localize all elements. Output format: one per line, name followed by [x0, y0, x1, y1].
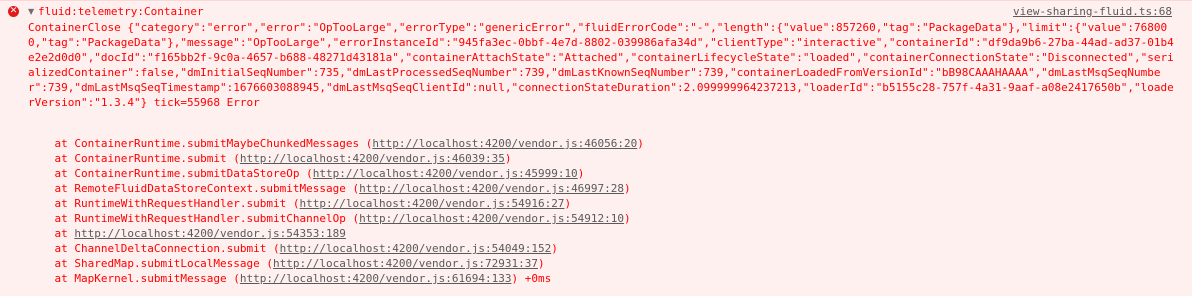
stack-frame-link[interactable]: http://localhost:4200/vendor.js:46039:35	[240, 152, 505, 165]
stack-frame-suffix: )	[564, 197, 572, 210]
stack-frame-text: at RemoteFluidDataStoreContext.submitMes…	[28, 182, 360, 195]
console-panel: ✕ ▼ fluid:telemetry:Container view-shari…	[0, 0, 1192, 296]
stack-frame-suffix: )	[504, 152, 512, 165]
stack-frame: at ContainerRuntime.submitMaybeChunkedMe…	[28, 136, 644, 151]
stack-frame-link[interactable]: http://localhost:4200/vendor.js:54353:18…	[74, 227, 346, 240]
stack-frame-suffix: )	[537, 257, 545, 270]
stack-frame-suffix: )	[624, 212, 631, 225]
stack-frame-text: at ContainerRuntime.submit (	[28, 152, 240, 165]
stack-frame-link[interactable]: http://localhost:4200/vendor.js:45999:10	[313, 167, 578, 180]
stack-frame: at RuntimeWithRequestHandler.submit (htt…	[28, 196, 644, 211]
stack-frame-text: at RuntimeWithRequestHandler.submitChann…	[28, 212, 360, 225]
stack-frame-text: at ContainerRuntime.submitDataStoreOp (	[28, 167, 313, 180]
stack-frame-link[interactable]: http://localhost:4200/vendor.js:54916:27	[300, 197, 565, 210]
stack-frame: at RemoteFluidDataStoreContext.submitMes…	[28, 181, 644, 196]
stack-frame: at MapKernel.submitMessage (http://local…	[28, 271, 644, 286]
stack-frame-text: at SharedMap.submitLocalMessage (	[28, 257, 274, 270]
stack-frame-suffix: )	[624, 182, 631, 195]
stack-frame: at RuntimeWithRequestHandler.submitChann…	[28, 211, 644, 226]
stack-frame: at SharedMap.submitLocalMessage (http://…	[28, 256, 644, 271]
stack-frame-link[interactable]: http://localhost:4200/vendor.js:54912:10	[359, 212, 624, 225]
expand-triangle-icon[interactable]: ▼	[28, 4, 38, 19]
stack-frame: at ContainerRuntime.submit (http://local…	[28, 151, 644, 166]
stack-frame: at http://localhost:4200/vendor.js:54353…	[28, 226, 644, 241]
stack-frame-suffix: )	[637, 137, 644, 150]
error-message: ContainerClose {"category":"error","erro…	[28, 21, 1174, 109]
stack-frame-suffix: )	[577, 167, 585, 180]
stack-frame-link[interactable]: http://localhost:4200/vendor.js:46056:20	[372, 137, 637, 150]
stack-frame-text: at ChannelDeltaConnection.submit (	[28, 242, 280, 255]
stack-frame: at ChannelDeltaConnection.submit (http:/…	[28, 241, 644, 256]
stack-frame-link[interactable]: http://localhost:4200/vendor.js:72931:37	[273, 257, 538, 270]
stack-frame-suffix: )	[551, 242, 558, 255]
stack-frame-text: at ContainerRuntime.submitMaybeChunkedMe…	[28, 137, 373, 150]
stack-frame: at ContainerRuntime.submitDataStoreOp (h…	[28, 166, 644, 181]
source-file-link[interactable]: view-sharing-fluid.ts:68	[1013, 4, 1172, 19]
stack-frame-text: at	[28, 227, 75, 240]
log-title[interactable]: fluid:telemetry:Container	[38, 4, 204, 19]
error-circle-icon: ✕	[8, 6, 19, 17]
stack-frame-text: at RuntimeWithRequestHandler.submit (	[28, 197, 300, 210]
stack-trace: at ContainerRuntime.submitMaybeChunkedMe…	[28, 136, 644, 286]
stack-frame-link[interactable]: http://localhost:4200/vendor.js:61694:13…	[240, 272, 512, 285]
stack-frame-link[interactable]: http://localhost:4200/vendor.js:54049:15…	[280, 242, 552, 255]
stack-frame-suffix: ) +0ms	[511, 272, 552, 285]
stack-frame-text: at MapKernel.submitMessage (	[28, 272, 240, 285]
stack-frame-link[interactable]: http://localhost:4200/vendor.js:46997:28	[359, 182, 624, 195]
